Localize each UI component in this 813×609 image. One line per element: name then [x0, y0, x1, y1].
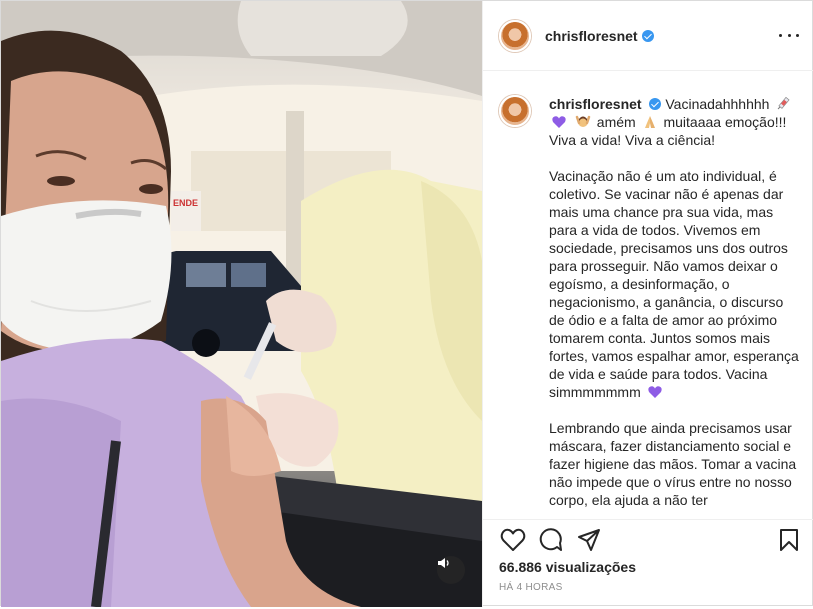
caption-line1-c: muitaaaa emoção!!!	[663, 114, 787, 130]
comment-icon	[539, 528, 562, 551]
verified-badge-icon	[641, 29, 654, 42]
bookmark-icon	[780, 529, 798, 551]
avatar[interactable]	[499, 19, 531, 52]
caption-line1-b: amém	[596, 114, 636, 130]
caption-area[interactable]: chrisfloresnet Vacinadahhhhhh amém muita…	[483, 71, 813, 519]
instagram-post-frame: ENDE chrisfloresnet chrisfloresnet Vacin…	[0, 0, 813, 607]
video-frame-illustration: ENDE	[1, 1, 482, 607]
caption-paragraph-3: Lembrando que ainda precisamos usar másc…	[549, 420, 797, 508]
caption-username[interactable]: chrisfloresnet	[549, 96, 642, 112]
caption-first-paragraph: chrisfloresnet Vacinadahhhhhh amém muita…	[549, 95, 799, 149]
more-options-button[interactable]	[779, 27, 799, 43]
caption-text: chrisfloresnet Vacinadahhhhhh amém muita…	[549, 95, 799, 509]
post-header: chrisfloresnet	[483, 1, 813, 71]
header-username[interactable]: chrisfloresnet	[545, 28, 638, 44]
purple-heart-icon	[552, 116, 566, 128]
caption-paragraph-2: Vacinação não é um ato individual, é col…	[549, 167, 799, 401]
save-button[interactable]	[775, 526, 803, 554]
post-timestamp[interactable]: HÁ 4 HORAS	[499, 582, 563, 593]
heart-icon	[500, 528, 526, 551]
svg-text:ENDE: ENDE	[173, 198, 198, 208]
syringe-icon	[777, 96, 790, 110]
speaker-icon	[438, 558, 449, 568]
more-options-icon	[779, 33, 782, 37]
caption-line1-a: Vacinadahhhhhh	[665, 96, 770, 112]
mute-button[interactable]	[437, 556, 465, 584]
caption-avatar[interactable]	[499, 95, 531, 127]
paper-plane-icon	[578, 529, 600, 551]
more-options-dot	[796, 33, 799, 37]
post-side-panel: chrisfloresnet chrisfloresnet Vacinadahh…	[482, 1, 813, 607]
more-options-dot	[787, 33, 791, 37]
comment-button[interactable]	[537, 526, 565, 554]
share-button[interactable]	[575, 526, 603, 554]
caption-row: chrisfloresnet Vacinadahhhhhh amém muita…	[499, 95, 799, 509]
folded-hands-icon	[644, 116, 655, 128]
post-video[interactable]: ENDE	[1, 1, 482, 607]
like-button[interactable]	[499, 526, 527, 554]
caption-line1-d: Viva a vida! Viva a ciência!	[549, 132, 716, 148]
view-count[interactable]: 66.886 visualizações	[499, 559, 636, 575]
action-icons	[499, 526, 799, 560]
verified-badge-icon	[649, 98, 662, 110]
purple-heart-icon	[647, 386, 662, 398]
woman-raising-hands-icon	[575, 115, 591, 127]
post-actions: 66.886 visualizações HÁ 4 HORAS	[483, 519, 813, 607]
caption-paragraph-2-text: Vacinação não é um ato individual, é col…	[549, 168, 799, 400]
